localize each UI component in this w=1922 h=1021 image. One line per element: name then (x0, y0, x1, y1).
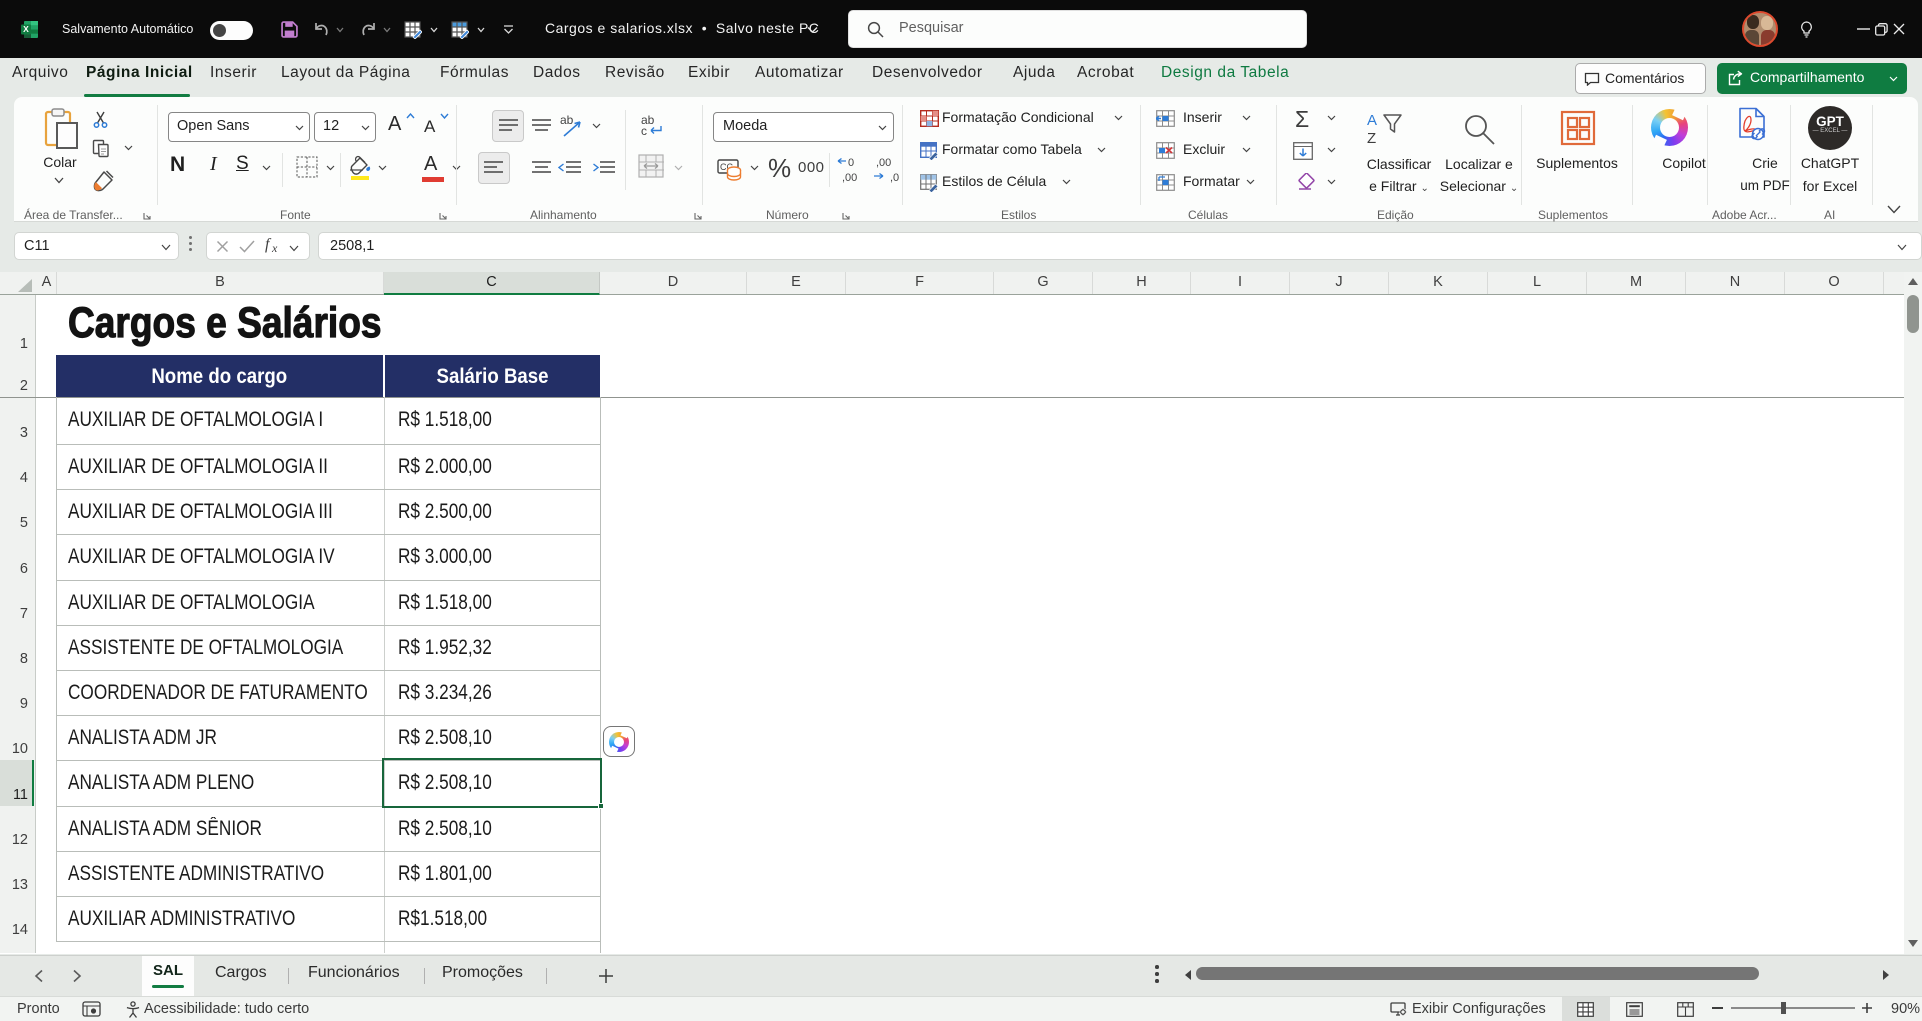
svg-text:ab: ab (560, 113, 574, 127)
svg-text:,00: ,00 (876, 157, 891, 169)
svg-text:Z: Z (1367, 130, 1376, 147)
svg-text:,0: ,0 (890, 172, 899, 184)
svg-text:X: X (23, 24, 29, 34)
svg-text:c: c (641, 124, 647, 138)
svg-text:,00: ,00 (842, 172, 857, 184)
svg-text:0: 0 (848, 157, 854, 169)
svg-text:A: A (1367, 112, 1377, 129)
